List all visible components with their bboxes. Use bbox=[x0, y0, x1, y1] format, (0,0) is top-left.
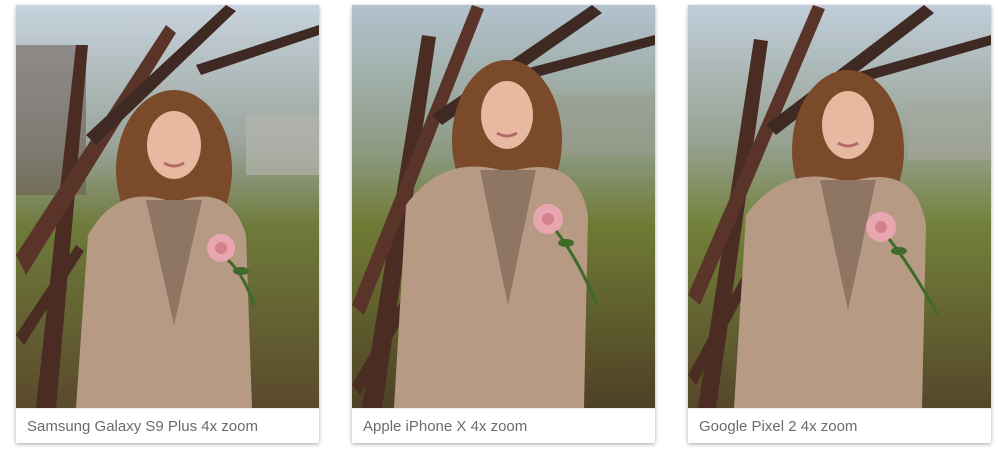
comparison-card-pixel[interactable]: Google Pixel 2 4x zoom bbox=[688, 5, 991, 443]
portrait-photo-illustration bbox=[16, 5, 319, 408]
photo-caption: Apple iPhone X 4x zoom bbox=[352, 408, 655, 443]
sample-photo-iphone[interactable] bbox=[352, 5, 655, 408]
sample-photo-samsung[interactable] bbox=[16, 5, 319, 408]
comparison-card-iphone[interactable]: Apple iPhone X 4x zoom bbox=[352, 5, 655, 443]
photo-caption: Google Pixel 2 4x zoom bbox=[688, 408, 991, 443]
portrait-photo-illustration bbox=[688, 5, 991, 408]
sample-photo-pixel[interactable] bbox=[688, 5, 991, 408]
photo-caption: Samsung Galaxy S9 Plus 4x zoom bbox=[16, 408, 319, 443]
portrait-photo-illustration bbox=[352, 5, 655, 408]
photo-comparison-gallery: Samsung Galaxy S9 Plus 4x zoom Apple iPh… bbox=[0, 0, 998, 453]
comparison-card-samsung[interactable]: Samsung Galaxy S9 Plus 4x zoom bbox=[16, 5, 319, 443]
